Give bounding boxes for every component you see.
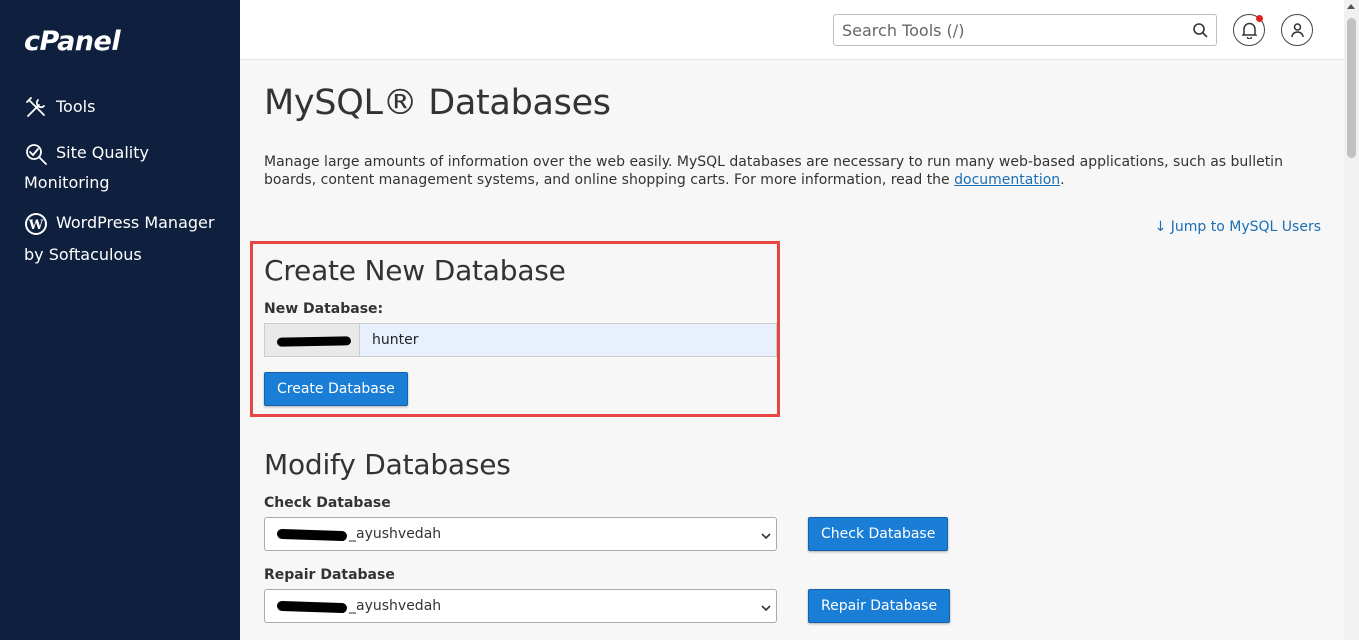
- sidebar: cPanel Tools Site Quality Monitoring W W…: [0, 0, 240, 640]
- scroll-up-arrow-icon[interactable]: [1347, 4, 1355, 9]
- redaction-mark: [276, 528, 348, 542]
- repair-database-select[interactable]: _ayushvedah: [264, 589, 777, 623]
- page-scrollbar[interactable]: [1344, 0, 1359, 640]
- redaction-mark: [276, 336, 352, 347]
- jump-to-users-link[interactable]: ↓ Jump to MySQL Users: [1155, 219, 1321, 235]
- sidebar-item-label-cont[interactable]: by Softaculous: [24, 240, 142, 270]
- sidebar-item-label: Tools: [56, 97, 96, 116]
- new-database-label: New Database:: [264, 301, 384, 317]
- notification-badge: [1256, 15, 1263, 22]
- sidebar-item-label-cont[interactable]: Monitoring: [24, 168, 110, 198]
- check-database-label: Check Database: [264, 495, 391, 511]
- page-description: Manage large amounts of information over…: [264, 153, 1339, 189]
- tools-icon: [24, 96, 48, 120]
- new-database-field: [264, 323, 777, 357]
- create-database-heading: Create New Database: [264, 254, 566, 287]
- chevron-down-icon: [761, 529, 771, 540]
- description-end: .: [1060, 172, 1065, 188]
- user-icon: [1290, 22, 1305, 43]
- search-box: [833, 14, 1217, 46]
- check-database-select[interactable]: _ayushvedah: [264, 517, 777, 551]
- description-text: Manage large amounts of information over…: [264, 154, 1283, 188]
- documentation-link[interactable]: documentation: [954, 172, 1060, 188]
- sidebar-item-label: Site Quality: [56, 143, 149, 162]
- selected-value: _ayushvedah: [349, 598, 442, 614]
- search-icon[interactable]: [1192, 22, 1208, 38]
- repair-database-button[interactable]: Repair Database: [808, 589, 951, 623]
- chevron-down-icon: [761, 601, 771, 612]
- cpanel-logo[interactable]: cPanel: [24, 26, 121, 57]
- site-quality-icon: [24, 142, 48, 166]
- modify-databases-heading: Modify Databases: [264, 448, 511, 481]
- main-content: MySQL® Databases Manage large amounts of…: [240, 61, 1344, 640]
- selected-value: _ayushvedah: [349, 526, 442, 542]
- check-database-button[interactable]: Check Database: [808, 517, 949, 551]
- notifications-button[interactable]: [1233, 14, 1265, 46]
- sidebar-item-label: WordPress Manager: [56, 213, 215, 232]
- sidebar-item-tools[interactable]: Tools: [24, 92, 95, 122]
- new-database-input[interactable]: [360, 324, 776, 356]
- create-database-button[interactable]: Create Database: [264, 372, 408, 406]
- search-input[interactable]: [834, 15, 1174, 45]
- repair-database-label: Repair Database: [264, 567, 395, 583]
- svg-text:W: W: [28, 218, 44, 233]
- sidebar-item-wordpress[interactable]: W WordPress Manager: [24, 208, 214, 238]
- redaction-mark: [276, 600, 348, 614]
- wordpress-icon: W: [24, 212, 48, 236]
- page-title: MySQL® Databases: [264, 83, 611, 123]
- sidebar-item-site-quality[interactable]: Site Quality: [24, 138, 149, 168]
- scroll-thumb[interactable]: [1347, 18, 1356, 158]
- database-prefix: [265, 324, 360, 356]
- user-menu-button[interactable]: [1281, 14, 1313, 46]
- top-header: [240, 0, 1344, 60]
- bell-icon: [1241, 22, 1258, 43]
